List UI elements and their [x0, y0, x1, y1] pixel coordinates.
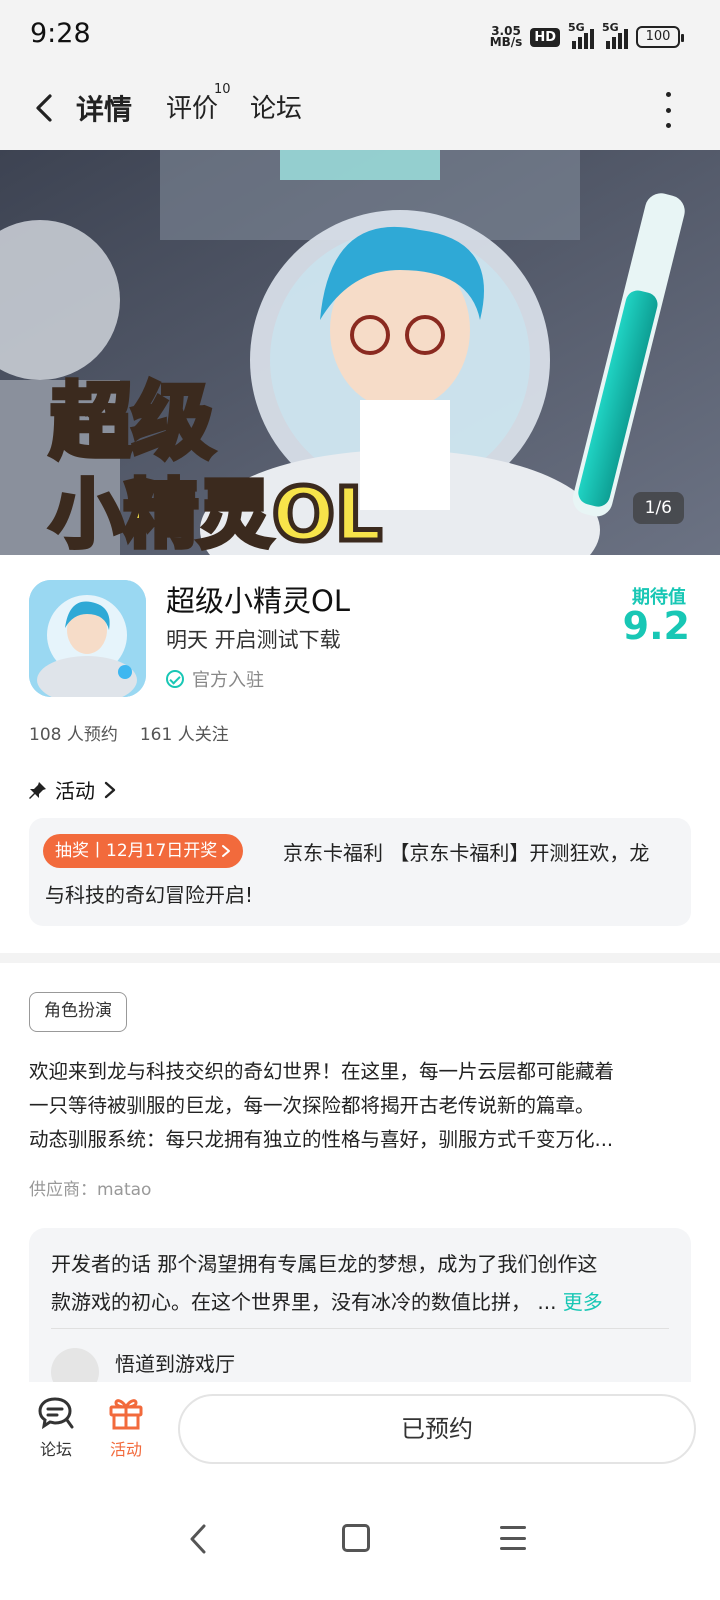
tab-detail[interactable]: 详情	[72, 88, 137, 130]
developer-note-card[interactable]: 开发者的话 那个渴望拥有专属巨龙的梦想，成为了我们创作这 款游戏的初心。在这个世…	[29, 1228, 691, 1382]
banner-title-line1: 超级	[50, 375, 214, 470]
status-bar: 9:28 3.05 MB/s HD 5G 5G 100	[0, 0, 720, 72]
activity-card[interactable]: 抽奖丨12月17日开奖 京东卡福利 【京东卡福利】开测狂欢，龙 与科技的奇幻冒险…	[29, 818, 691, 926]
more-options-icon[interactable]	[660, 92, 676, 128]
app-icon	[29, 580, 146, 697]
hd-badge: HD	[530, 27, 560, 47]
activity-button[interactable]: 活动	[96, 1396, 156, 1460]
status-time: 9:28	[30, 18, 91, 49]
developer-note-line1: 开发者的话 那个渴望拥有专属巨龙的梦想，成为了我们创作这	[51, 1252, 598, 1276]
banner-artwork: 超级 小精灵OL	[0, 150, 720, 555]
verified-check-icon	[166, 670, 184, 688]
forum-button[interactable]: 论坛	[26, 1396, 86, 1460]
activity-text-line2: 与科技的奇幻冒险开启!	[45, 883, 254, 907]
signal-icon: 5G	[568, 21, 594, 49]
official-badge: 官方入驻	[166, 666, 264, 692]
follower-count: 161 人关注	[139, 725, 229, 745]
supplier-info: 供应商：matao	[29, 1180, 152, 1200]
gift-icon	[109, 1399, 143, 1430]
developer-note-line2: 款游戏的初心。在这个世界里，没有冰冷的数值比拼， ... 更多	[51, 1290, 603, 1314]
activity-text-line1: 京东卡福利 【京东卡福利】开测狂欢，龙	[283, 841, 650, 865]
top-nav: 详情 评价 10 论坛	[0, 72, 720, 150]
system-nav-bar	[0, 1482, 720, 1600]
avatar[interactable]	[51, 1348, 99, 1382]
app-title: 超级小精灵OL	[166, 584, 350, 618]
status-icons: 3.05 MB/s HD 5G 5G 100	[489, 21, 684, 52]
nav-back-icon[interactable]	[186, 1522, 210, 1556]
reservation-count: 108 人预约	[29, 725, 118, 745]
chevron-right-icon	[222, 845, 231, 857]
back-arrow-icon[interactable]	[28, 90, 64, 126]
activity-section-header[interactable]: 活动	[29, 775, 117, 804]
nav-home-icon[interactable]	[342, 1524, 370, 1552]
genre-tag[interactable]: 角色扮演	[29, 992, 127, 1032]
stats-row: 108 人预约 161 人关注	[29, 720, 229, 745]
tab-forum[interactable]: 论坛	[250, 88, 302, 125]
review-count-badge: 10	[214, 82, 231, 97]
app-release-info: 明天 开启测试下载	[166, 628, 341, 652]
tab-reviews[interactable]: 评价 10	[166, 82, 231, 125]
section-divider	[0, 953, 720, 963]
game-description[interactable]: 欢迎来到龙与科技交织的奇幻世界！在这里，每一片云层都可能藏着 一只等待被驯服的巨…	[29, 1055, 694, 1157]
more-link[interactable]: 更多	[563, 1290, 603, 1314]
bottom-action-bar: 论坛 活动 已预约	[0, 1382, 720, 1482]
chevron-right-icon	[104, 781, 116, 798]
carousel-counter: 1/6	[632, 492, 684, 524]
forum-chat-icon	[38, 1397, 74, 1430]
signal-icon-2: 5G	[602, 21, 628, 49]
expect-score: 9.2	[622, 604, 690, 648]
battery-icon: 100	[636, 26, 684, 48]
reserved-button[interactable]: 已预约	[178, 1394, 696, 1464]
nav-recents-icon[interactable]	[500, 1526, 526, 1550]
banner-carousel[interactable]: 超级 小精灵OL 1/6	[0, 150, 720, 555]
lottery-tag[interactable]: 抽奖丨12月17日开奖	[43, 834, 244, 868]
pin-icon	[29, 781, 46, 799]
developer-name: 悟道到游戏厅	[115, 1352, 235, 1376]
divider	[51, 1328, 669, 1329]
banner-title-line2: 小精灵OL	[50, 472, 382, 555]
network-speed: 3.05 MB/s	[489, 24, 523, 49]
